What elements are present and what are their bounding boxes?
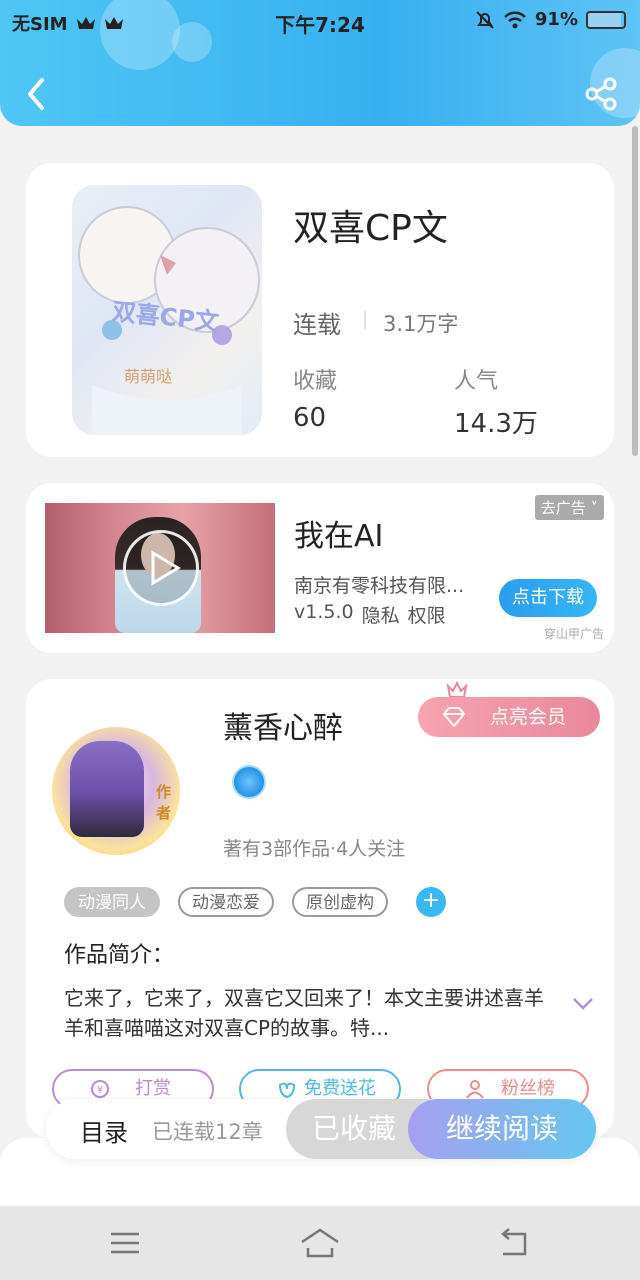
- chevron-down-icon[interactable]: [572, 997, 594, 1011]
- ad-meta: v1.5.0 隐私 权限: [294, 601, 446, 628]
- vip-button[interactable]: 点亮会员: [418, 697, 600, 737]
- share-icon[interactable]: [584, 74, 620, 114]
- free-flower-label: 免费送花: [304, 1078, 376, 1099]
- ad-privacy-link[interactable]: 隐私: [362, 601, 400, 628]
- battery-percent: 91%: [534, 9, 578, 30]
- svg-text:¥: ¥: [97, 1085, 103, 1096]
- ad-title: 我在AI: [294, 519, 384, 554]
- avatar-figure: [70, 741, 144, 837]
- author-info: 著有3部作品·4人关注: [223, 838, 406, 860]
- mute-bell-icon: [476, 10, 494, 29]
- fans-ranking-label: 粉丝榜: [501, 1078, 555, 1099]
- scrollbar[interactable]: [632, 126, 638, 456]
- battery-icon: [586, 10, 626, 29]
- ad-company: 南京有零科技有限...: [294, 575, 465, 597]
- menu-icon[interactable]: [105, 1226, 145, 1260]
- wifi-icon: [504, 11, 526, 28]
- diamond-icon: [442, 707, 466, 727]
- vip-label: 点亮会员: [490, 706, 567, 728]
- remove-ad-button[interactable]: 去广告 ˅: [534, 495, 604, 520]
- tag-item[interactable]: 动漫恋爱: [178, 887, 274, 917]
- status-bar: 无SIM 下午7:24 91%: [0, 0, 640, 44]
- header: 无SIM 下午7:24 91%: [0, 0, 640, 126]
- tag-item[interactable]: 动漫同人: [64, 887, 160, 917]
- book-word-count: 3.1万字: [383, 312, 459, 336]
- user-icon: [466, 1080, 484, 1099]
- favorites-label: 收藏: [293, 369, 338, 394]
- continue-reading-button[interactable]: 继续阅读: [408, 1099, 596, 1159]
- popularity-label: 人气: [454, 369, 499, 394]
- home-icon[interactable]: [298, 1226, 342, 1260]
- cover-subtext: 萌萌哒: [124, 367, 173, 386]
- chapter-count: 已连载12章: [152, 1120, 263, 1144]
- play-icon[interactable]: [123, 530, 199, 606]
- tag-item[interactable]: 原创虚构: [292, 887, 388, 917]
- intro-text: 它来了，它来了，双喜它又回来了！本文主要讲述喜羊羊和喜喵喵这对双喜CP的故事。特…: [64, 986, 544, 1040]
- yen-icon: ¥: [91, 1080, 109, 1098]
- popularity-value: 14.3万: [454, 409, 538, 439]
- author-name[interactable]: 薰香心醉: [223, 703, 343, 747]
- play-triangle-icon: [151, 550, 181, 586]
- ad-card[interactable]: 我在AI 南京有零科技有限... v1.5.0 隐私 权限 去广告 ˅ 点击下载…: [26, 483, 614, 653]
- ad-source-label: 穿山甲广告: [543, 627, 604, 641]
- add-tag-button[interactable]: +: [416, 887, 446, 917]
- status-right: 91%: [475, 9, 626, 30]
- ad-version: v1.5.0: [294, 601, 354, 623]
- book-cover[interactable]: 双喜CP文 萌萌哒: [72, 185, 262, 435]
- avatar-author-tag: 作者: [156, 783, 172, 822]
- author-badge-icon[interactable]: [232, 765, 266, 799]
- book-status: 连载: [293, 311, 341, 339]
- intro-label: 作品简介：: [64, 943, 175, 968]
- tag-list: 动漫同人 动漫恋爱 原创虚构 +: [64, 887, 446, 917]
- reward-label: 打赏: [135, 1078, 171, 1099]
- ad-download-button[interactable]: 点击下载: [499, 579, 597, 617]
- author-card: 作者 薰香心醉 点亮会员 著有3部作品·4人关注 动漫同人 动漫恋爱 原创虚构 …: [26, 679, 614, 1139]
- favorites-value: 60: [293, 403, 327, 433]
- back-arrow-icon[interactable]: [20, 74, 56, 114]
- bottom-action-bar: 目录 已连载12章 已收藏 继续阅读: [46, 1099, 596, 1159]
- ad-video-thumbnail[interactable]: [45, 503, 275, 633]
- status-divider: [364, 311, 366, 329]
- ad-permissions-link[interactable]: 权限: [408, 601, 446, 628]
- remove-ad-label: 去广告: [540, 499, 586, 517]
- book-title: 双喜CP文: [293, 208, 448, 249]
- back-icon[interactable]: [495, 1226, 535, 1260]
- system-nav-bar: [0, 1206, 640, 1280]
- toc-button[interactable]: 目录: [80, 1113, 128, 1148]
- flower-icon: [278, 1082, 296, 1099]
- book-info-card: 双喜CP文 萌萌哒 双喜CP文 连载 3.1万字 收藏 60 人气 14.3万: [26, 163, 614, 457]
